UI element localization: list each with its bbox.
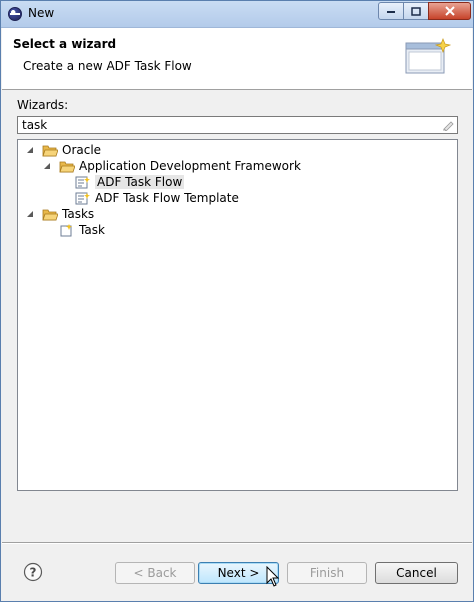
wizard-banner-icon bbox=[405, 38, 451, 74]
window-title: New bbox=[28, 6, 55, 20]
next-button[interactable]: Next > bbox=[198, 562, 279, 584]
help-icon[interactable]: ? bbox=[23, 562, 43, 582]
wizard-header: Select a wizard Create a new ADF Task Fl… bbox=[2, 28, 472, 90]
tree-node-label: ADF Task Flow Template bbox=[95, 191, 239, 205]
title-bar[interactable]: New bbox=[1, 1, 473, 28]
tree-node-label: Oracle bbox=[62, 143, 102, 157]
folder-open-icon bbox=[59, 161, 75, 172]
maximize-button[interactable] bbox=[403, 2, 429, 20]
folder-open-icon bbox=[42, 209, 58, 220]
tree-node-label: Application Development Framework bbox=[79, 159, 301, 173]
eclipse-icon bbox=[8, 7, 22, 21]
new-wizard-dialog: New Select a wizard Create a new ADF Tas… bbox=[0, 0, 474, 602]
svg-text:?: ? bbox=[30, 566, 37, 580]
task-flow-icon bbox=[75, 176, 90, 188]
tree-node-tasks[interactable]: Tasks bbox=[26, 206, 94, 222]
finish-button[interactable]: Finish bbox=[287, 562, 367, 584]
expanded-arrow-icon[interactable] bbox=[26, 210, 34, 218]
task-icon bbox=[60, 223, 72, 236]
tree-node-label: Tasks bbox=[62, 207, 95, 221]
wizards-label: Wizards: bbox=[17, 98, 69, 112]
expanded-arrow-icon[interactable] bbox=[43, 162, 51, 170]
wizard-tree[interactable]: Oracle Application Development Framework… bbox=[17, 139, 458, 491]
tree-node-oracle[interactable]: Oracle bbox=[26, 142, 101, 158]
tree-node-task[interactable]: Task bbox=[59, 222, 105, 238]
tree-node-adf-task-flow-template[interactable]: ADF Task Flow Template bbox=[75, 190, 239, 206]
folder-open-icon bbox=[42, 145, 58, 156]
cancel-button[interactable]: Cancel bbox=[375, 562, 458, 584]
page-title: Select a wizard bbox=[13, 37, 117, 51]
maximize-icon bbox=[411, 6, 421, 16]
page-description: Create a new ADF Task Flow bbox=[23, 59, 192, 73]
expanded-arrow-icon[interactable] bbox=[26, 146, 34, 154]
minimize-icon bbox=[387, 11, 395, 13]
minimize-button[interactable] bbox=[378, 2, 404, 20]
tree-node-application-development-framework[interactable]: Application Development Framework bbox=[43, 158, 301, 174]
tree-node-label: ADF Task Flow bbox=[95, 175, 185, 189]
wizard-filter-input[interactable] bbox=[20, 117, 440, 133]
back-button[interactable]: < Back bbox=[115, 562, 195, 584]
task-flow-template-icon bbox=[75, 192, 90, 204]
tree-node-label: Task bbox=[79, 223, 105, 237]
wizard-filter-field[interactable] bbox=[17, 116, 458, 134]
button-bar-separator bbox=[2, 542, 472, 544]
clear-filter-icon[interactable] bbox=[442, 119, 454, 131]
close-button[interactable] bbox=[428, 2, 471, 20]
close-icon bbox=[444, 6, 455, 16]
tree-node-adf-task-flow[interactable]: ADF Task Flow bbox=[75, 174, 185, 190]
